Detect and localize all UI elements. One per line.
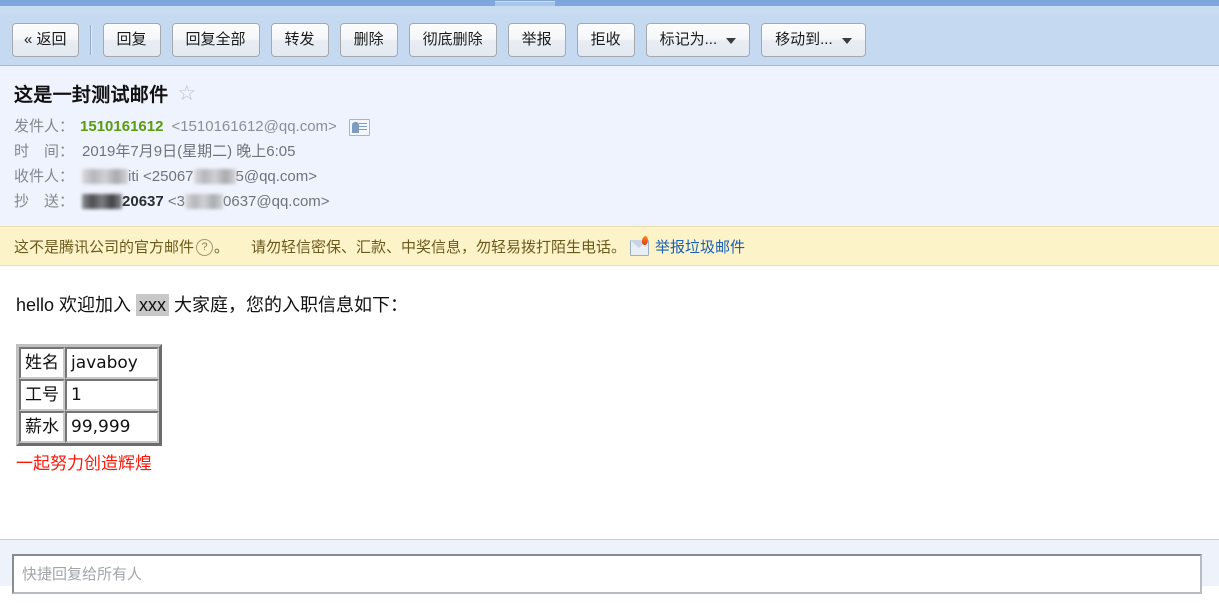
back-button-label: « 返回 xyxy=(24,31,67,48)
reply-all-button-label: 回复全部 xyxy=(185,31,246,48)
star-icon[interactable]: ☆ xyxy=(177,83,196,104)
mail-action-toolbar: « 返回 回复 回复全部 转发 删除 彻底删除 举报 拒收 标记为... 移动到… xyxy=(0,14,1219,66)
chevron-down-icon xyxy=(726,37,737,44)
cc-value: 20637 <3 0637@qq.com> xyxy=(82,191,330,213)
toolbar-separator xyxy=(89,24,92,55)
toolbar-top-edge xyxy=(0,6,1219,14)
help-icon[interactable]: ? xyxy=(196,238,214,256)
sender-address: <1510161612@qq.com> xyxy=(171,118,337,135)
reply-button[interactable]: 回复 xyxy=(102,22,161,57)
mail-body: hello 欢迎加入 xxx 大家庭，您的入职信息如下： 姓名 javaboy … xyxy=(0,266,1219,539)
table-row: 姓名 javaboy xyxy=(19,347,159,379)
subject-row: 这是一封测试邮件 ☆ xyxy=(14,80,1219,107)
contact-card-icon[interactable] xyxy=(348,118,370,136)
redacted-cc-address xyxy=(185,193,224,209)
mail-header: 这是一封测试邮件 ☆ 发件人： 1510161612 <1510161612@q… xyxy=(0,66,1219,226)
table-key: 薪水 xyxy=(19,411,65,443)
redacted-recipient-address xyxy=(193,168,236,184)
warning-advice: 请勿轻信密保、汇款、中奖信息，勿轻易拨打陌生电话。 xyxy=(251,238,627,256)
table-value: 1 xyxy=(65,379,159,411)
report-button[interactable]: 举报 xyxy=(507,22,566,57)
chevron-down-icon xyxy=(841,37,852,44)
redacted-cc-name xyxy=(82,193,123,209)
recipient-label: 收件人： xyxy=(14,168,75,185)
cc-name-suffix: 20637 xyxy=(122,193,164,210)
cc-address-prefix: <3 xyxy=(167,193,186,210)
move-to-dropdown-label: 移动到... xyxy=(775,31,833,48)
time-value: 2019年7月9日(星期二) 晚上6:05 xyxy=(82,143,296,160)
greeting-after: 大家庭，您的入职信息如下： xyxy=(169,295,409,315)
quick-reply-input[interactable]: 快捷回复给所有人 xyxy=(12,554,1202,594)
delete-button-label: 删除 xyxy=(353,31,384,48)
warning-text-punct: 。 xyxy=(214,238,230,256)
reject-button[interactable]: 拒收 xyxy=(576,22,635,57)
sender-row: 发件人： 1510161612 <1510161612@qq.com> xyxy=(14,116,1219,138)
spam-report-icon[interactable] xyxy=(630,240,650,256)
warning-text: 这不是腾讯公司的官方邮件 xyxy=(14,238,195,256)
report-button-label: 举报 xyxy=(521,31,552,48)
cc-address-suffix: 0637@qq.com> xyxy=(223,193,330,210)
reject-button-label: 拒收 xyxy=(590,31,621,48)
page-title: 这是一封测试邮件 xyxy=(14,85,169,106)
quick-reply-footer: 快捷回复给所有人 xyxy=(0,540,1219,594)
phishing-warning-banner: 这不是腾讯公司的官方邮件 ? 。 请勿轻信密保、汇款、中奖信息，勿轻易拨打陌生电… xyxy=(0,226,1219,266)
recipient-address-suffix: 5@qq.com> xyxy=(235,168,318,185)
company-placeholder: xxx xyxy=(136,294,170,316)
recipient-name-suffix: iti xyxy=(128,168,139,185)
recipient-address-prefix: <25067 xyxy=(143,168,194,185)
table-key: 工号 xyxy=(19,379,65,411)
cc-label: 抄 送： xyxy=(14,193,75,210)
sender-name[interactable]: 1510161612 xyxy=(80,116,163,138)
table-key: 姓名 xyxy=(19,347,65,379)
greeting-text: hello 欢迎加入 xxx 大家庭，您的入职信息如下： xyxy=(16,292,1219,318)
table-row: 薪水 99,999 xyxy=(19,411,159,443)
reply-all-button[interactable]: 回复全部 xyxy=(171,22,260,57)
table-row: 工号 1 xyxy=(19,379,159,411)
time-row: 时 间： 2019年7月9日(星期二) 晚上6:05 xyxy=(14,141,1219,163)
mark-as-dropdown-label: 标记为... xyxy=(659,31,718,48)
greeting-before: hello 欢迎加入 xyxy=(16,295,137,315)
delete-button[interactable]: 删除 xyxy=(339,22,398,57)
reply-button-label: 回复 xyxy=(116,31,147,48)
closing-text: 一起努力创造辉煌 xyxy=(16,454,152,473)
delete-permanently-button[interactable]: 彻底删除 xyxy=(408,22,497,57)
recipient-value: iti <25067 5@qq.com> xyxy=(82,166,317,188)
tab-fragment-left xyxy=(495,1,555,6)
sender-label: 发件人： xyxy=(14,118,75,135)
forward-button-label: 转发 xyxy=(284,31,315,48)
table-value: 99,999 xyxy=(65,411,159,443)
forward-button[interactable]: 转发 xyxy=(270,22,329,57)
time-label: 时 间： xyxy=(14,143,75,160)
onboarding-info-table: 姓名 javaboy 工号 1 薪水 99,999 xyxy=(16,344,162,446)
cc-row: 抄 送： 20637 <3 0637@qq.com> xyxy=(14,191,1219,213)
redacted-recipient-name xyxy=(82,168,129,184)
report-spam-link[interactable]: 举报垃圾邮件 xyxy=(655,236,745,257)
mark-as-dropdown[interactable]: 标记为... xyxy=(645,22,751,57)
delete-permanently-button-label: 彻底删除 xyxy=(422,31,483,48)
browser-tab-strip-sliver xyxy=(0,0,1219,6)
move-to-dropdown[interactable]: 移动到... xyxy=(761,22,866,57)
table-value: javaboy xyxy=(65,347,159,379)
back-button[interactable]: « 返回 xyxy=(12,22,79,57)
recipient-row: 收件人： iti <25067 5@qq.com> xyxy=(14,166,1219,188)
